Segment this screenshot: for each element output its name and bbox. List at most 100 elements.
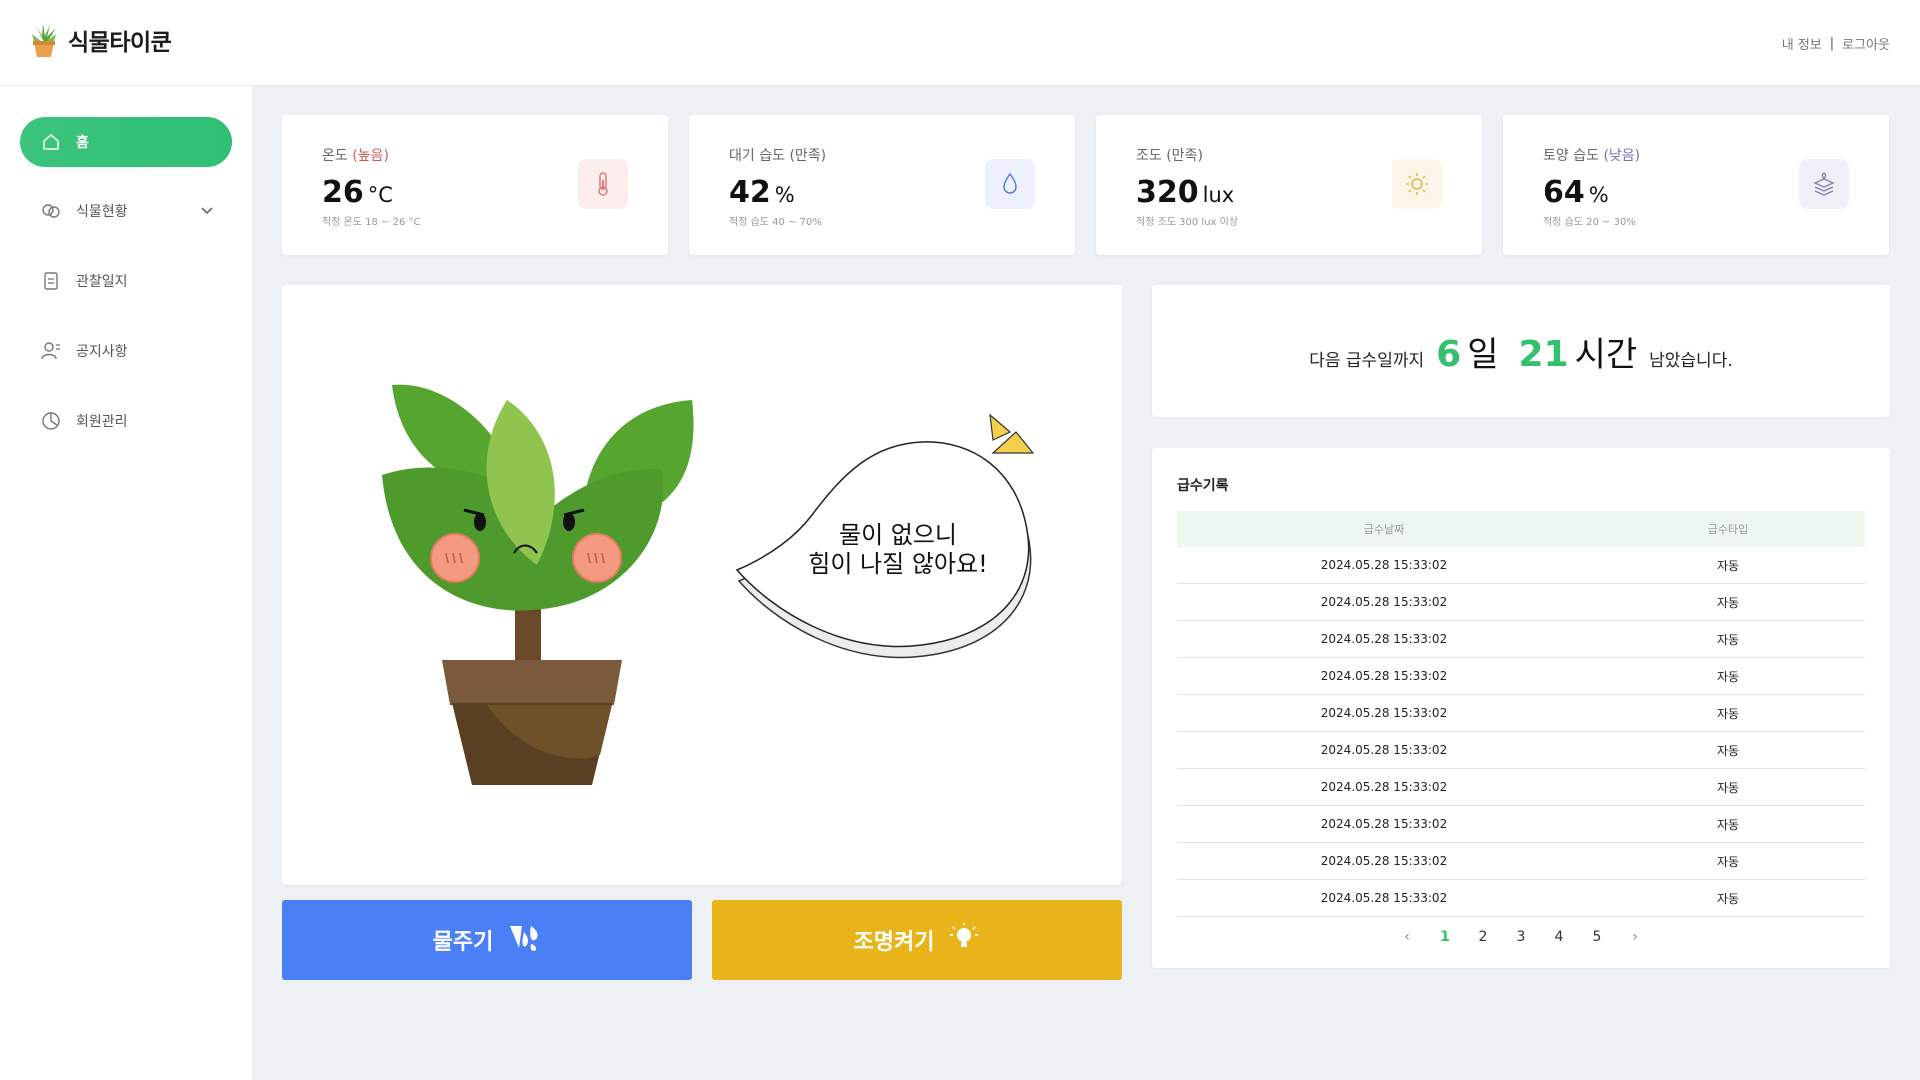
air-humidity-card: 대기 습도 (만족) 42% 적정 습도 40 ~ 70% (689, 115, 1075, 255)
stat-hint: 적정 습도 20 ~ 30% (1543, 217, 1636, 228)
thermometer-icon (578, 159, 628, 209)
prev-page-button[interactable]: ‹ (1388, 929, 1426, 945)
light-button-label: 조명켜기 (853, 930, 935, 955)
sidebar-item-label: 회원관리 (76, 414, 128, 430)
sidebar-item-label: 관찰일지 (76, 274, 128, 290)
status-badge: (만족) (789, 148, 827, 164)
watering-date-cell: 2024.05.28 15:33:02 (1320, 780, 1448, 794)
watering-date-cell: 2024.05.28 15:33:02 (1320, 558, 1448, 572)
stat-unit: °C (367, 183, 393, 207)
page-3-button[interactable]: 3 (1502, 929, 1540, 945)
countdown-suffix: 남았습니다. (1649, 350, 1733, 371)
watering-date-cell: 2024.05.28 15:33:02 (1320, 891, 1448, 905)
page-5-button[interactable]: 5 (1578, 929, 1616, 945)
sidebar-item-home[interactable]: 홈 (20, 117, 232, 167)
table-row: 2024.05.28 15:33:02 자동 (1177, 584, 1865, 621)
countdown-hours: 21 (1518, 333, 1569, 375)
countdown-days: 6 (1436, 333, 1462, 375)
watering-date-cell: 2024.05.28 15:33:02 (1320, 706, 1448, 720)
plant-panel: 물이 없으니 힘이 나질 않아요! (282, 285, 1122, 885)
sidebar-item-members[interactable]: 회원관리 (20, 396, 232, 446)
stat-unit: % (1588, 183, 1609, 207)
stat-label: 조도 (1136, 148, 1162, 164)
sun-icon (1392, 159, 1442, 209)
table-row: 2024.05.28 15:33:02 자동 (1177, 806, 1865, 843)
page-1-button[interactable]: 1 (1426, 929, 1464, 945)
watering-date-cell: 2024.05.28 15:33:02 (1320, 595, 1448, 609)
stat-label: 대기 습도 (729, 148, 785, 164)
soil-humidity-card: 토양 습도 (낮음) 64% 적정 습도 20 ~ 30% (1503, 115, 1889, 255)
column-header-date: 급수날짜 (1363, 523, 1405, 536)
sidebar-item-notice[interactable]: 공지사항 (20, 326, 232, 376)
watering-date-cell: 2024.05.28 15:33:02 (1320, 817, 1448, 831)
watering-type-cell: 자동 (1716, 854, 1740, 869)
countdown-prefix: 다음 급수일까지 (1309, 350, 1425, 371)
watering-type-cell: 자동 (1716, 817, 1740, 832)
sidebar-item-label: 홈 (76, 135, 89, 151)
journal-icon (40, 270, 62, 292)
logout-link[interactable]: 로그아웃 (1842, 34, 1890, 53)
table-body: 2024.05.28 15:33:02 자동 2024.05.28 15:33:02… (1177, 547, 1865, 917)
page-2-button[interactable]: 2 (1464, 929, 1502, 945)
sidebar-item-label: 공지사항 (76, 344, 128, 360)
notice-icon (40, 340, 62, 362)
history-table: 급수날짜 급수타입 2024.05.28 15:33:02 자동 2024.05.2… (1177, 511, 1865, 917)
table-row: 2024.05.28 15:33:02 자동 (1177, 769, 1865, 806)
water-button-label: 물주기 (432, 930, 494, 955)
page-4-button[interactable]: 4 (1540, 929, 1578, 945)
table-row: 2024.05.28 15:33:02 자동 (1177, 658, 1865, 695)
soil-layers-icon (1799, 159, 1849, 209)
pagination: ‹ 1 2 3 4 5 › (1152, 929, 1890, 945)
status-badge: (낮음) (1603, 148, 1641, 164)
header-links: 내 정보 | 로그아웃 (1782, 34, 1890, 53)
countdown-days-unit: 일 (1467, 334, 1499, 375)
table-row: 2024.05.28 15:33:02 자동 (1177, 732, 1865, 769)
brand-logo[interactable]: 식물타이쿤 (28, 22, 172, 58)
water-splash-icon (507, 922, 541, 958)
next-watering-countdown: 다음 급수일까지 6일 21 시간 남았습니다. (1152, 285, 1890, 417)
stat-value: 26 (322, 175, 364, 210)
stat-label: 온도 (322, 148, 348, 164)
stat-hint: 적정 습도 40 ~ 70% (729, 217, 822, 228)
speech-line-1: 물이 없으니 (838, 521, 958, 549)
sidebar-item-plant-status[interactable]: 식물현황 (20, 186, 232, 236)
watering-type-cell: 자동 (1716, 706, 1740, 721)
top-header: 식물타이쿤 내 정보 | 로그아웃 (0, 0, 1920, 86)
status-badge: (만족) (1166, 148, 1203, 164)
countdown-hours-unit: 시간 (1574, 334, 1638, 375)
next-page-button[interactable]: › (1616, 929, 1654, 945)
watering-date-cell: 2024.05.28 15:33:02 (1320, 669, 1448, 683)
header-separator: | (1829, 36, 1835, 51)
status-badge: (높음) (352, 148, 389, 164)
watering-type-cell: 자동 (1716, 558, 1740, 573)
potted-plant-icon (32, 24, 56, 57)
stat-value: 42 (729, 175, 771, 210)
stat-label: 토양 습도 (1543, 148, 1599, 164)
stat-value: 64 (1543, 175, 1585, 210)
stat-hint: 적정 온도 18 ~ 26 °C (322, 217, 421, 228)
sidebar: 홈 식물현황 관찰일지 공지사항 회원관리 (0, 86, 252, 1080)
stat-unit: % (774, 183, 795, 207)
plant-status-icon (40, 200, 62, 222)
chevron-down-icon[interactable] (200, 203, 214, 221)
water-button[interactable]: 물주기 (282, 900, 692, 980)
history-title: 급수기록 (1177, 478, 1229, 494)
member-icon (40, 410, 62, 432)
sidebar-item-journal[interactable]: 관찰일지 (20, 256, 232, 306)
stat-unit: lux (1202, 183, 1235, 207)
watering-date-cell: 2024.05.28 15:33:02 (1320, 854, 1448, 868)
brand-name: 식물타이쿤 (68, 30, 172, 56)
table-row: 2024.05.28 15:33:02 자동 (1177, 695, 1865, 732)
table-row: 2024.05.28 15:33:02 자동 (1177, 880, 1865, 917)
illuminance-card: 조도 (만족) 320 lux 적정 조도 300 lux 이상 (1096, 115, 1482, 255)
sidebar-item-label: 식물현황 (76, 204, 128, 220)
watering-type-cell: 자동 (1716, 632, 1740, 647)
pot-shape (442, 660, 622, 705)
plant-illustration (382, 384, 1035, 785)
my-info-link[interactable]: 내 정보 (1782, 34, 1822, 53)
speech-line-2: 힘이 나질 않아요! (808, 550, 988, 578)
light-button[interactable]: 조명켜기 (712, 900, 1122, 980)
column-header-type: 급수타입 (1707, 523, 1749, 536)
table-header: 급수날짜 급수타입 (1177, 511, 1865, 547)
watering-type-cell: 자동 (1716, 595, 1740, 610)
